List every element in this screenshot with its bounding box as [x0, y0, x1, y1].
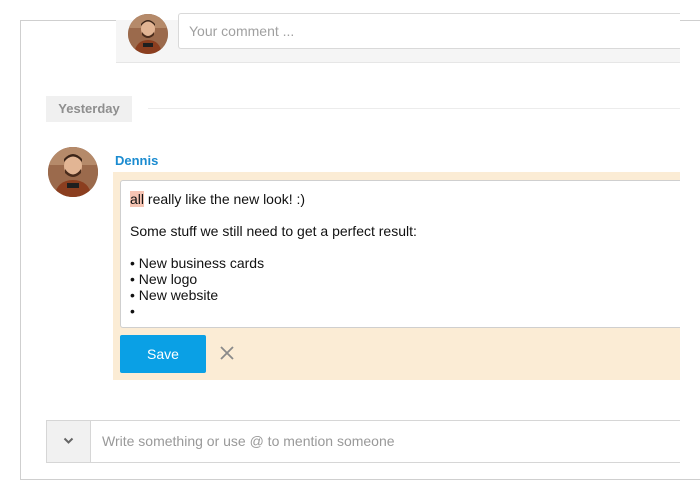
bullet-item: • — [130, 303, 135, 319]
bullet-item: • New logo — [130, 271, 198, 287]
composer-input[interactable]: Write something or use @ to mention some… — [102, 421, 395, 462]
author-avatar[interactable] — [48, 147, 98, 197]
bullet-item: • New business cards — [130, 255, 265, 271]
date-separator: Yesterday — [46, 96, 680, 122]
close-icon[interactable] — [216, 342, 238, 364]
editor-intro-line: Some stuff we still need to get a perfec… — [130, 223, 417, 239]
message-editor[interactable]: all really like the new look! :) Some st… — [120, 180, 680, 328]
author-name[interactable]: Dennis — [115, 153, 158, 168]
editor-first-line: all really like the new look! :) — [130, 191, 671, 207]
message-composer: Write something or use @ to mention some… — [46, 420, 680, 463]
composer-options-button[interactable] — [47, 421, 91, 462]
mention-highlight: all — [130, 191, 145, 207]
comment-input[interactable]: Your comment ... — [178, 13, 680, 49]
chevron-down-icon — [63, 437, 74, 444]
separator-line — [148, 108, 680, 109]
editor-first-line-text: really like the new look! :) — [144, 191, 306, 207]
date-label: Yesterday — [46, 96, 132, 122]
current-user-avatar — [128, 14, 168, 54]
save-button[interactable]: Save — [120, 335, 206, 373]
bullet-item: • New website — [130, 287, 219, 303]
